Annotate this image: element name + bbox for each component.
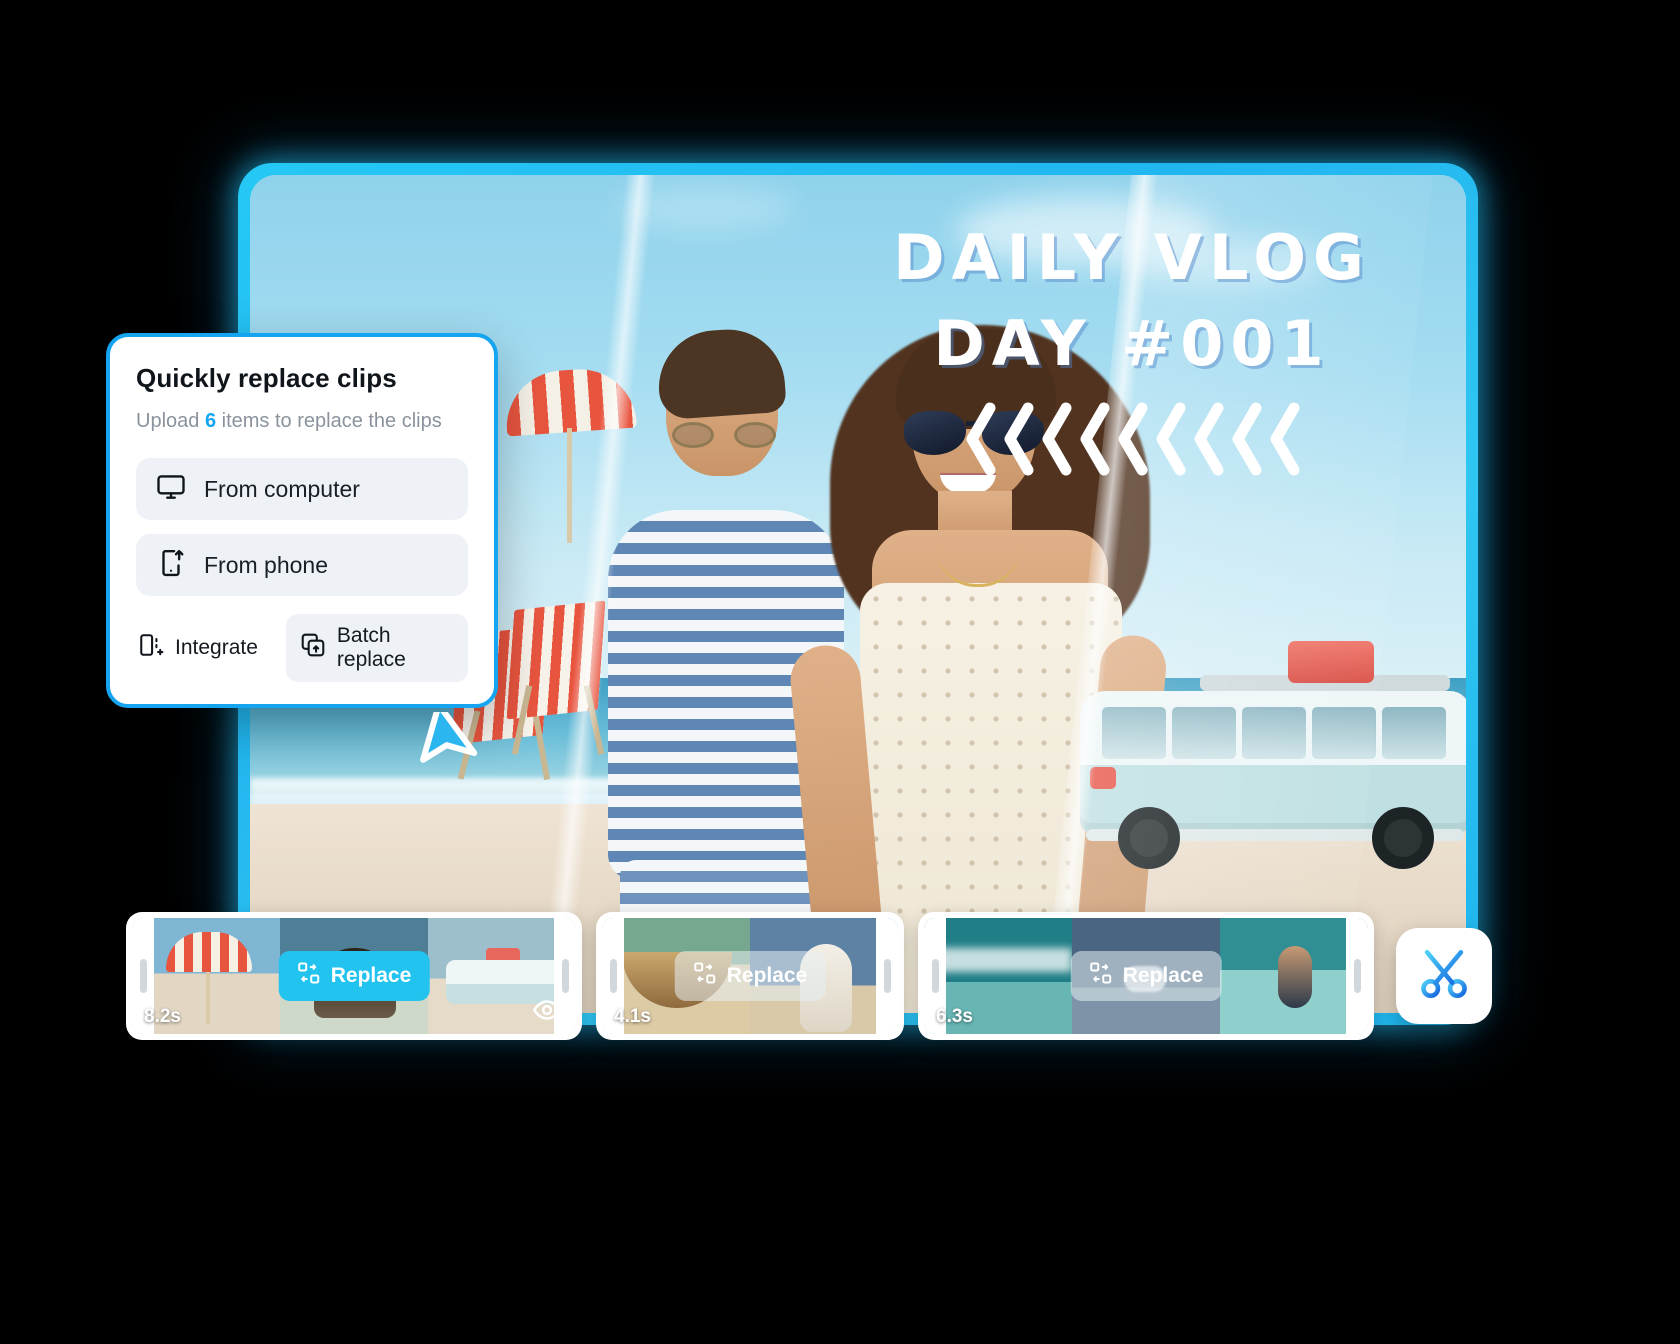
integrate-button[interactable]: Integrate [136, 622, 272, 674]
phone-upload-icon [156, 548, 186, 583]
card-title: Quickly replace clips [136, 363, 397, 393]
timeline-strip: 8.2s Replace 4.1s Replace 6.3s Replace [126, 912, 1492, 1040]
batch-replace-button[interactable]: Batch replace [285, 614, 468, 683]
from-computer-label: From computer [204, 475, 360, 502]
clip-duration: 6.3s [936, 1006, 973, 1027]
subtitle-suffix: items to replace the clips [221, 410, 442, 432]
replace-clip-button[interactable]: Replace [674, 951, 826, 1001]
replace-icon [297, 961, 321, 991]
eye-icon[interactable] [532, 995, 562, 1030]
batch-replace-label: Batch replace [336, 624, 406, 672]
subtitle-count: 6 [204, 410, 217, 432]
timeline-clip[interactable]: 8.2s Replace [126, 912, 582, 1040]
subtitle-prefix: Upload [136, 410, 200, 432]
cut-clip-button[interactable] [1396, 928, 1492, 1024]
integrate-label: Integrate [175, 636, 258, 660]
from-phone-option[interactable]: From phone [136, 534, 468, 597]
trim-handle-right[interactable] [1346, 918, 1368, 1034]
replace-label: Replace [1122, 964, 1204, 987]
from-phone-label: From phone [204, 551, 329, 578]
timeline-clip[interactable]: 4.1s Replace [596, 912, 904, 1040]
trim-handle-right[interactable] [876, 918, 898, 1034]
clip-duration: 8.2s [144, 1006, 181, 1027]
replace-clip-button[interactable]: Replace [278, 951, 430, 1001]
clip-duration: 4.1s [614, 1006, 651, 1027]
replace-label: Replace [726, 964, 808, 987]
card-subtitle: Upload 6 items to replace the clips [136, 408, 468, 434]
quickly-replace-clips-card: Quickly replace clips Upload 6 items to … [106, 333, 498, 709]
integrate-icon [138, 632, 164, 664]
batch-replace-icon [300, 632, 326, 664]
scissors-icon [1415, 945, 1473, 1008]
replace-icon [693, 961, 717, 991]
replace-clip-button[interactable]: Replace [1070, 951, 1222, 1001]
from-computer-option[interactable]: From computer [136, 458, 468, 521]
monitor-icon [156, 472, 186, 507]
screenshot-stage: DAILY VLOG DAY #001 Quickly replace clip… [0, 0, 1680, 1344]
timeline-clip[interactable]: 6.3s Replace [918, 912, 1374, 1040]
replace-icon [1089, 961, 1113, 991]
card-actions: Integrate Batch replace [136, 614, 468, 683]
replace-label: Replace [330, 964, 412, 987]
